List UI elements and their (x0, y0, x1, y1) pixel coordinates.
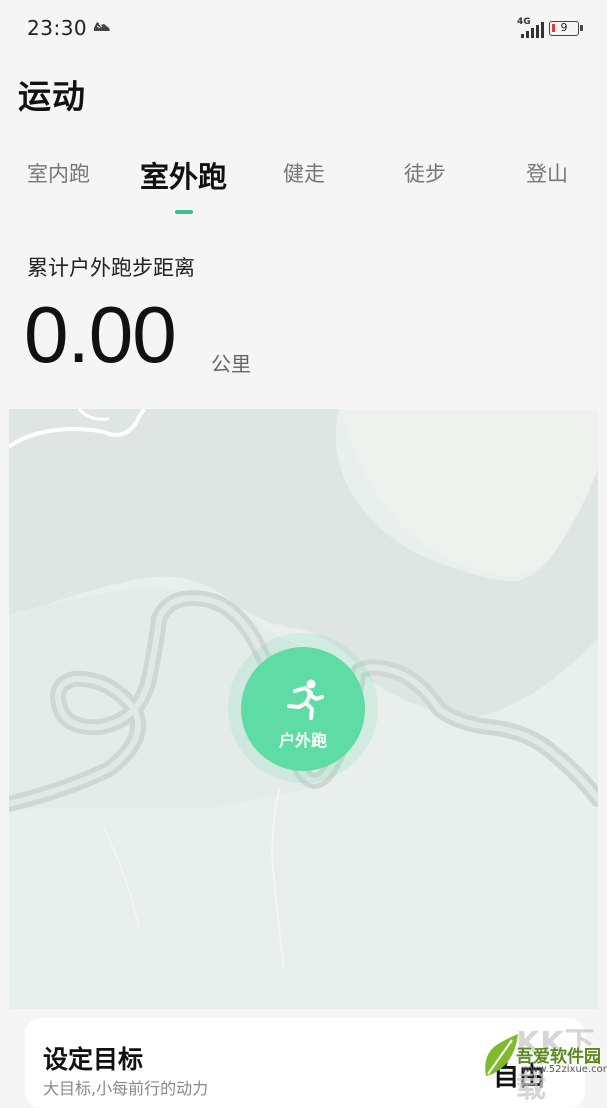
tab-outdoor-run[interactable]: 室外跑 (140, 154, 227, 196)
status-bar: 23:30 4G 9 (0, 0, 607, 56)
start-outdoor-run-button[interactable]: 户外跑 (241, 647, 365, 771)
watermark: KK下载 吾爱软件园 www.52zixue.com (476, 1018, 607, 1105)
start-button-label: 户外跑 (278, 731, 327, 750)
tab-walk[interactable]: 健走 (283, 158, 325, 188)
shoe-icon (94, 22, 110, 31)
tab-hiking[interactable]: 徒步 (404, 158, 446, 188)
page-title: 运动 (18, 77, 86, 116)
runner-icon (287, 679, 324, 720)
watermark-url: www.52zixue.com (522, 1064, 607, 1075)
total-distance-label: 累计户外跑步距离 (27, 256, 195, 280)
goal-title: 设定目标 (43, 1045, 144, 1074)
battery-level-text: 9 (560, 21, 568, 34)
sport-tabs: 室内跑 室外跑 健走 徒步 登山 (0, 148, 607, 218)
total-distance-value: 0.00 (24, 290, 177, 379)
tab-indoor-run[interactable]: 室内跑 (27, 158, 90, 188)
total-distance-unit: 公里 (211, 352, 251, 376)
leaf-logo-icon (485, 1034, 518, 1076)
tab-climbing[interactable]: 登山 (526, 158, 568, 188)
status-time: 23:30 (27, 16, 88, 40)
battery-icon: 9 (549, 21, 583, 36)
signal-icon (521, 22, 544, 38)
goal-subtitle: 大目标,小每前行的动力 (43, 1079, 209, 1098)
active-tab-indicator (175, 210, 193, 214)
